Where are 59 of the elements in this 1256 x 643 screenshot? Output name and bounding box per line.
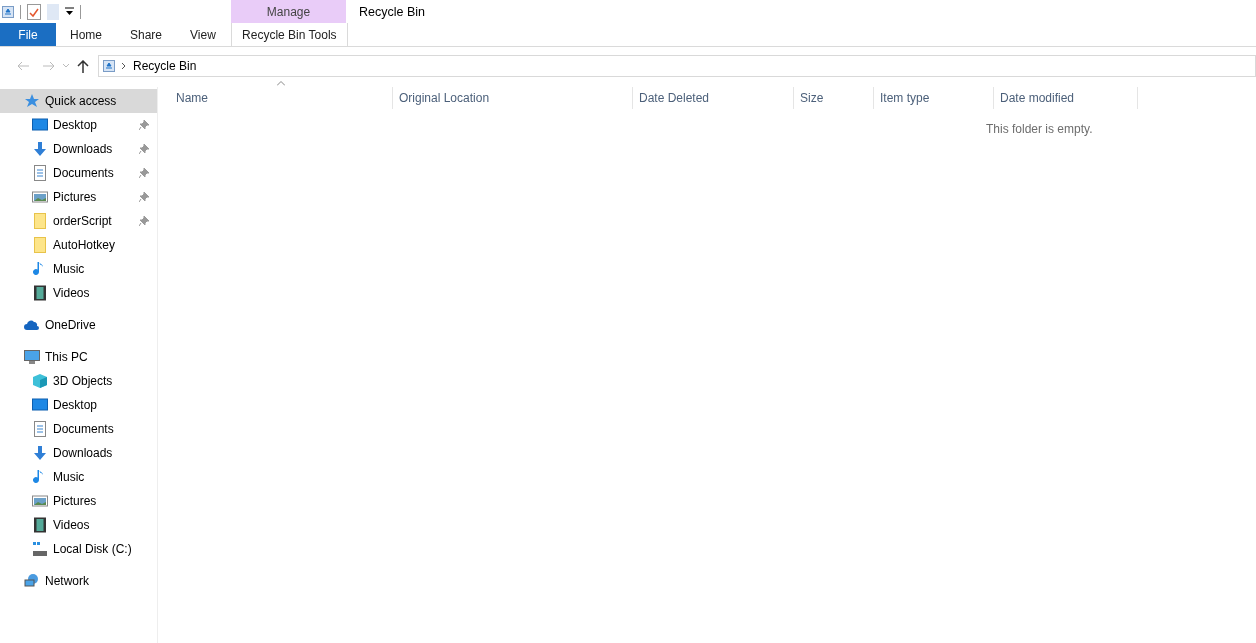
- picture-icon: [32, 493, 48, 509]
- breadcrumb-item[interactable]: Recycle Bin: [133, 59, 197, 73]
- nav-item[interactable]: AutoHotkey: [0, 233, 157, 257]
- nav-item[interactable]: Quick access: [0, 89, 157, 113]
- nav-item[interactable]: Music: [0, 465, 157, 489]
- nav-item[interactable]: Pictures: [0, 185, 157, 209]
- recycle-bin-icon: [103, 60, 115, 72]
- nav-item[interactable]: OneDrive: [0, 313, 157, 337]
- nav-item[interactable]: Documents: [0, 417, 157, 441]
- nav-item[interactable]: 3D Objects: [0, 369, 157, 393]
- column-header[interactable]: Name: [170, 87, 393, 109]
- properties-icon[interactable]: [27, 3, 41, 20]
- folder-icon: [32, 237, 48, 253]
- address-bar[interactable]: Recycle Bin: [98, 55, 1256, 77]
- new-folder-icon[interactable]: [47, 3, 59, 20]
- hard-drive-icon: [32, 541, 48, 557]
- chevron-down-icon[interactable]: [62, 63, 70, 69]
- monitor-icon: [32, 117, 48, 133]
- column-header[interactable]: Size: [794, 87, 874, 109]
- file-tab[interactable]: File: [0, 23, 56, 46]
- globe-monitor-icon: [24, 573, 40, 589]
- recycle-bin-icon: [2, 5, 14, 18]
- ribbon-tab[interactable]: Share: [116, 23, 177, 46]
- nav-item[interactable]: Downloads: [0, 137, 157, 161]
- column-header[interactable]: Date Deleted: [633, 87, 794, 109]
- nav-item[interactable]: Downloads: [0, 441, 157, 465]
- nav-item[interactable]: Videos: [0, 513, 157, 537]
- chevron-right-icon: [121, 62, 127, 70]
- film-icon: [32, 517, 48, 533]
- nav-item[interactable]: Desktop: [0, 113, 157, 137]
- picture-icon: [32, 189, 48, 205]
- down-arrow-icon: [32, 141, 48, 157]
- dropdown-icon[interactable]: [65, 7, 74, 16]
- folder-icon: [32, 213, 48, 229]
- empty-folder-message: This folder is empty.: [986, 122, 1094, 136]
- nav-item[interactable]: Network: [0, 569, 157, 593]
- ribbon-tab[interactable]: View: [176, 23, 230, 46]
- document-icon: [32, 165, 48, 181]
- star-icon: [24, 93, 40, 109]
- nav-item[interactable]: Pictures: [0, 489, 157, 513]
- column-header[interactable]: Original Location: [393, 87, 633, 109]
- nav-item[interactable]: Local Disk (C:): [0, 537, 157, 561]
- cube-icon: [32, 373, 48, 389]
- nav-item[interactable]: orderScript: [0, 209, 157, 233]
- ribbon-tab[interactable]: Home: [56, 23, 116, 46]
- monitor-icon: [32, 397, 48, 413]
- computer-icon: [24, 349, 40, 365]
- column-header[interactable]: Date modified: [994, 87, 1138, 109]
- window-title: Recycle Bin: [358, 3, 425, 21]
- context-group-label: Manage: [231, 0, 346, 23]
- nav-item[interactable]: This PC: [0, 345, 157, 369]
- down-arrow-icon: [32, 445, 48, 461]
- nav-item[interactable]: Videos: [0, 281, 157, 305]
- film-icon: [32, 285, 48, 301]
- nav-item[interactable]: Desktop: [0, 393, 157, 417]
- column-header[interactable]: Item type: [874, 87, 994, 109]
- document-icon: [32, 421, 48, 437]
- nav-item[interactable]: Music: [0, 257, 157, 281]
- nav-item[interactable]: Documents: [0, 161, 157, 185]
